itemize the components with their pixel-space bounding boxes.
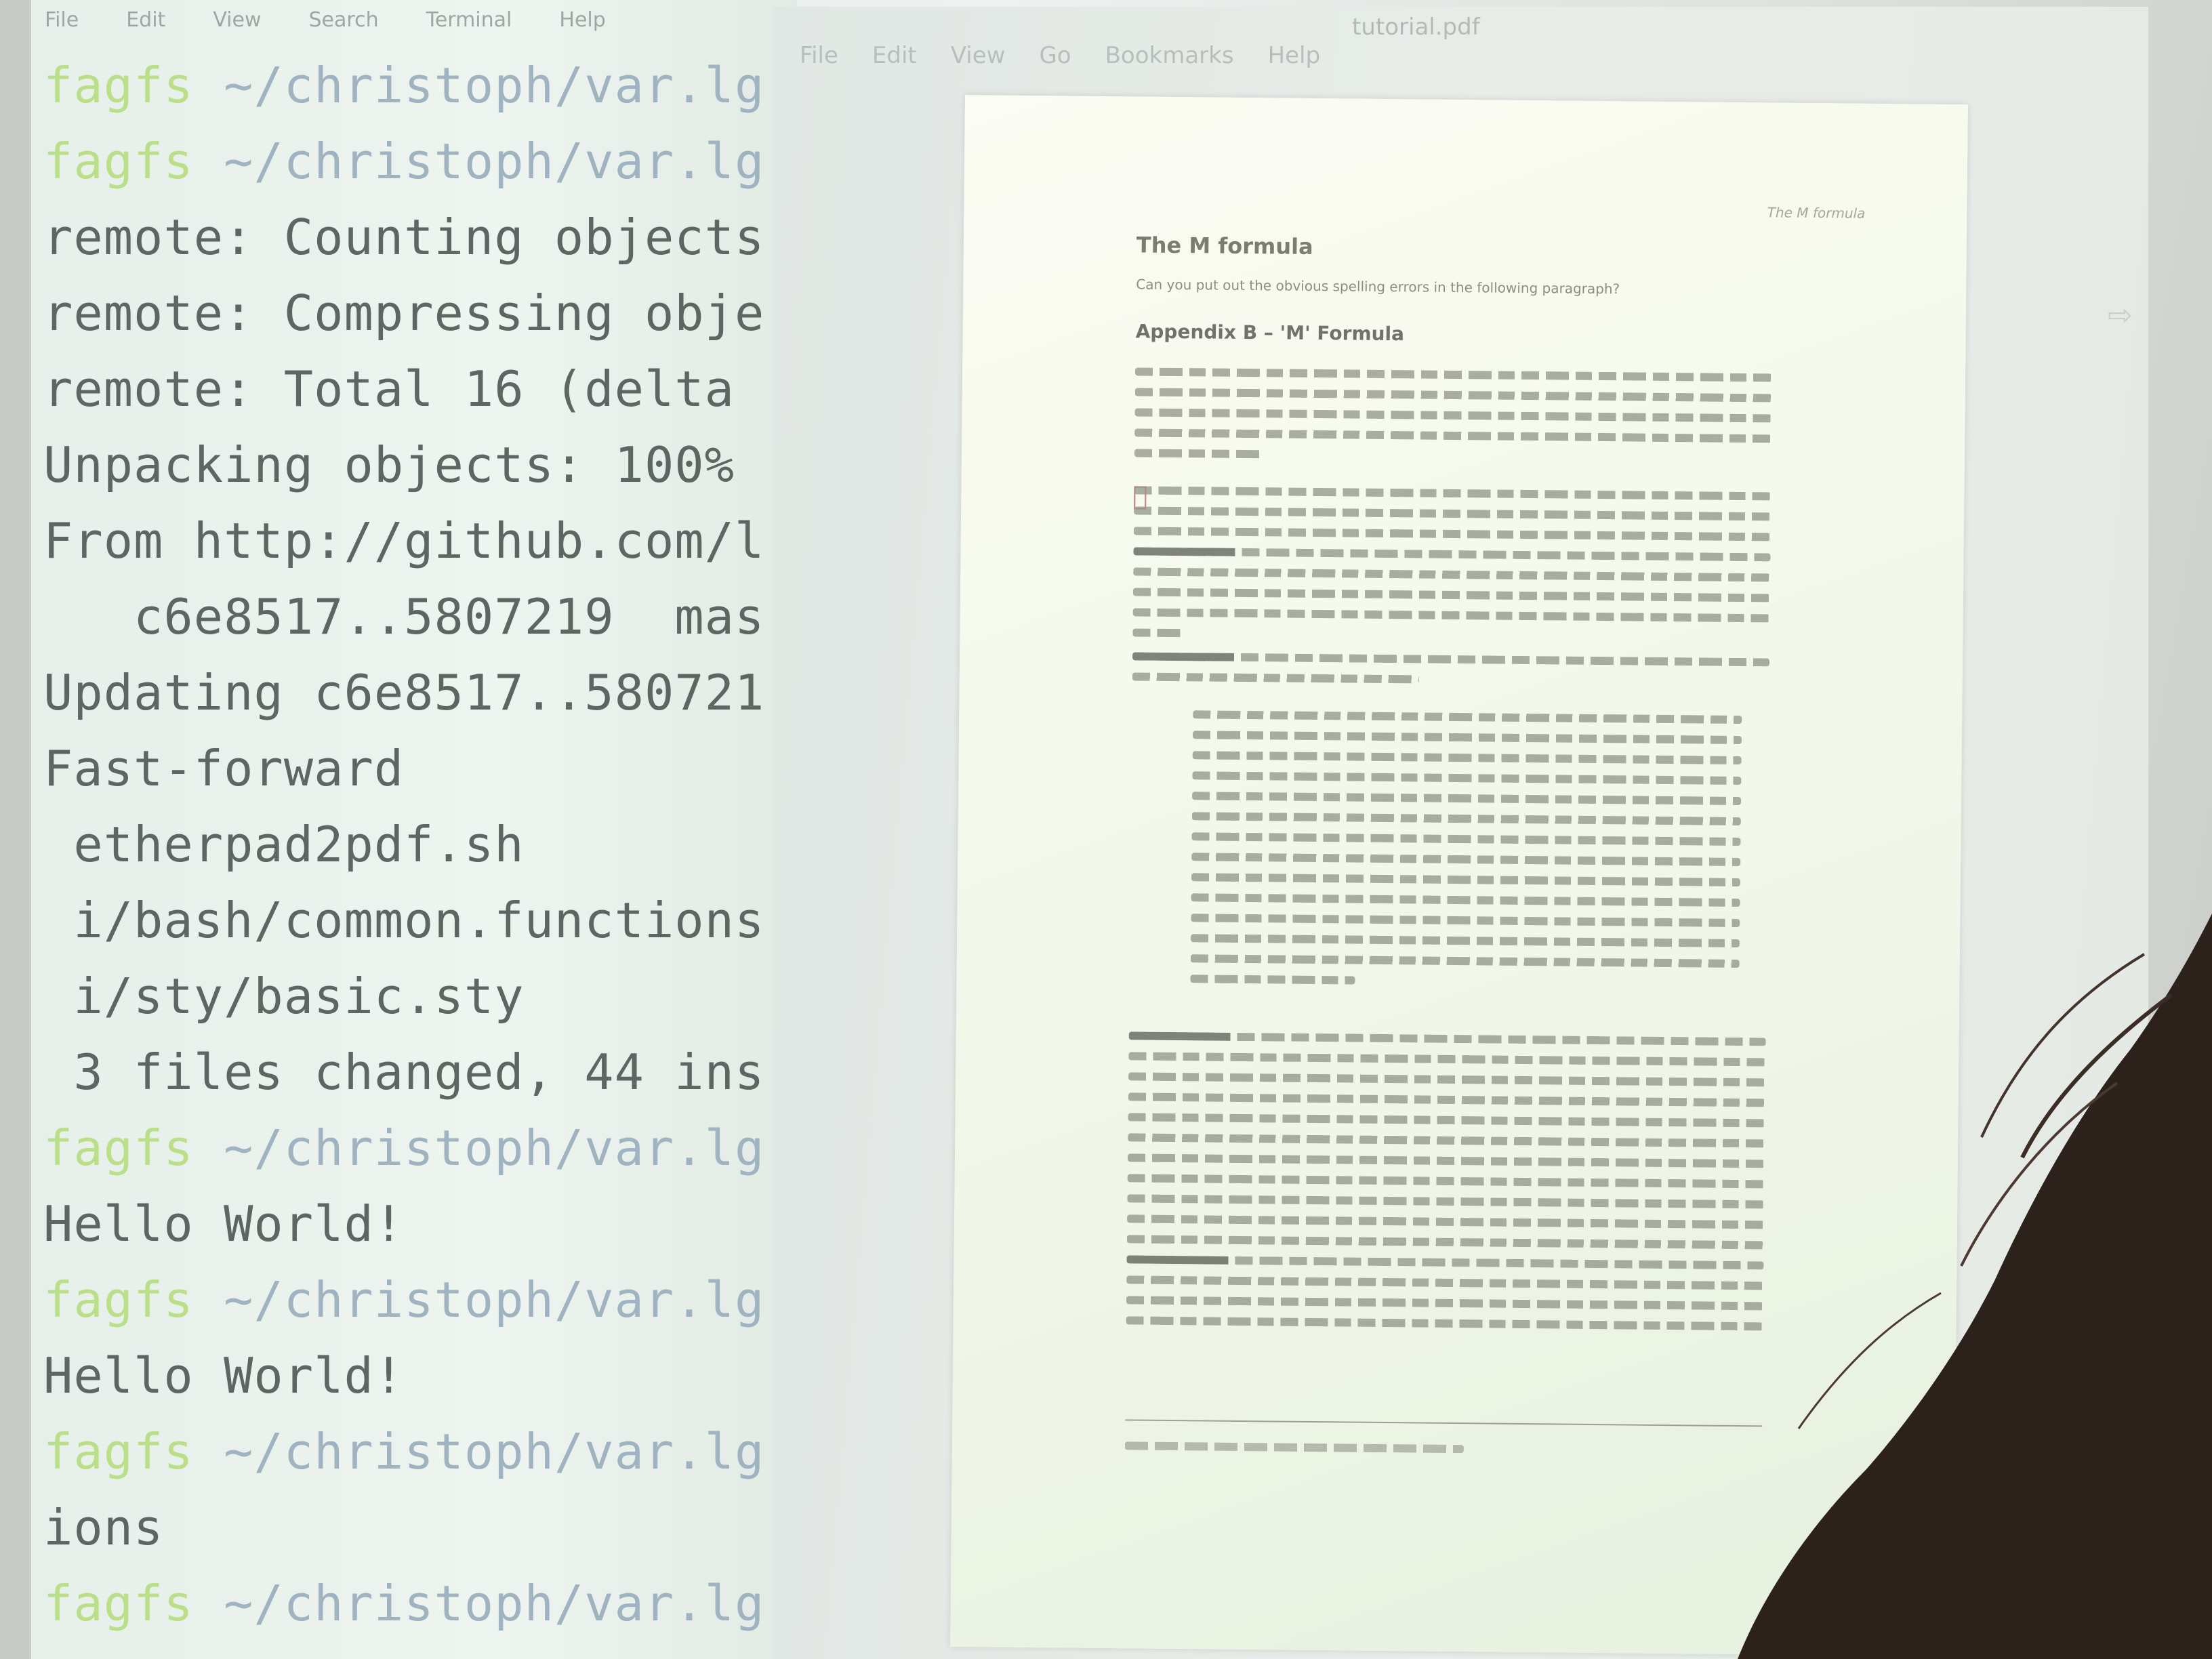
terminal-prompt-line: fagfs ~/christoph/var.lg — [43, 1565, 797, 1641]
viewer-menu-go[interactable]: Go — [1039, 42, 1071, 69]
viewer-window-title: tutorial.pdf — [1352, 14, 1480, 41]
prompt-user: fagfs — [43, 57, 194, 114]
terminal-window[interactable]: File Edit View Search Terminal Help fagf… — [31, 0, 797, 1659]
terminal-output-line: From http://github.com/l — [43, 503, 797, 579]
viewer-menu-edit[interactable]: Edit — [872, 42, 917, 69]
terminal-menu-terminal[interactable]: Terminal — [426, 8, 512, 49]
terminal-menubar: File Edit View Search Terminal Help — [45, 8, 606, 49]
output-text: remote: Total 16 (delta — [43, 361, 735, 417]
prompt-path: ~/christoph/var.lg — [224, 1271, 765, 1328]
output-text: remote: Counting objects — [43, 209, 765, 266]
terminal-menu-edit[interactable]: Edit — [126, 8, 165, 49]
terminal-menu-search[interactable]: Search — [309, 8, 379, 49]
output-text: remote: Compressing obje — [43, 285, 765, 342]
viewer-menubar: File Edit View Go Bookmarks Help — [800, 42, 1320, 69]
terminal-menu-view[interactable]: View — [213, 8, 261, 49]
viewer-menu-view[interactable]: View — [951, 42, 1006, 69]
terminal-output[interactable]: fagfs ~/christoph/var.lg fagfs ~/christop… — [43, 47, 797, 1641]
screen-left-edge — [0, 0, 31, 1659]
scroll-arrow-icon[interactable]: ⇨ — [2108, 298, 2133, 339]
appendix-heading: Appendix B – 'M' Formula — [1135, 320, 1405, 346]
prompt-user: fagfs — [43, 1120, 194, 1176]
document-prompt: Can you put out the obvious spelling err… — [1136, 276, 1620, 298]
output-text: ions — [43, 1499, 164, 1556]
prompt-user: fagfs — [43, 1271, 194, 1328]
block-quote — [1190, 710, 1742, 1000]
terminal-output-line: Hello World! — [43, 1338, 797, 1414]
body-paragraph — [1132, 652, 1770, 699]
document-title: The M formula — [1136, 232, 1313, 260]
terminal-menu-help[interactable]: Help — [559, 8, 605, 49]
prompt-user: fagfs — [43, 133, 194, 190]
terminal-output-line: Fast-forward — [43, 731, 797, 806]
prompt-user: fagfs — [43, 1423, 194, 1480]
output-text: Updating c6e8517..580721 — [43, 664, 765, 721]
prompt-path: ~/christoph/var.lg — [224, 1120, 765, 1176]
terminal-prompt-line: fagfs ~/christoph/var.lg — [43, 123, 797, 199]
terminal-output-line: remote: Counting objects — [43, 199, 797, 275]
terminal-prompt-line: fagfs ~/christoph/var.lg — [43, 1110, 797, 1186]
terminal-output-line: i/bash/common.functions — [43, 882, 797, 958]
body-paragraph — [1126, 1031, 1766, 1261]
terminal-output-line: Unpacking objects: 100% — [43, 427, 797, 503]
terminal-output-line: remote: Compressing obje — [43, 275, 797, 351]
terminal-prompt-line: fagfs ~/christoph/var.lg — [43, 47, 797, 123]
prompt-path: ~/christoph/var.lg — [224, 133, 765, 190]
output-text: Unpacking objects: 100% — [43, 436, 735, 493]
pdf-page[interactable]: The M formula The M formula Can you put … — [950, 95, 1968, 1657]
body-paragraph — [1126, 1255, 1764, 1343]
footnote-rule — [1125, 1419, 1763, 1427]
terminal-output-line: i/sty/basic.sty — [43, 958, 797, 1034]
output-text: From http://github.com/l — [43, 512, 765, 569]
viewer-menu-file[interactable]: File — [800, 42, 838, 69]
prompt-path: ~/christoph/var.lg — [224, 1423, 765, 1480]
terminal-output-line: remote: Total 16 (delta — [43, 351, 797, 427]
terminal-prompt-line: fagfs ~/christoph/var.lg — [43, 1414, 797, 1490]
prompt-path: ~/christoph/var.lg — [224, 1575, 765, 1632]
body-paragraph — [1134, 367, 1773, 475]
output-text: Hello World! — [43, 1347, 405, 1404]
output-text: 3 files changed, 44 ins — [43, 1044, 765, 1101]
viewer-menu-help[interactable]: Help — [1268, 42, 1321, 69]
output-text: c6e8517..5807219 mas — [43, 588, 765, 645]
output-text: i/sty/basic.sty — [43, 968, 525, 1025]
body-paragraph — [1132, 486, 1771, 655]
footnote — [1124, 1441, 1464, 1454]
terminal-output-line: Updating c6e8517..580721 — [43, 655, 797, 731]
output-text: Hello World! — [43, 1195, 405, 1252]
terminal-menu-file[interactable]: File — [45, 8, 79, 49]
terminal-output-line: etherpad2pdf.sh — [43, 806, 797, 882]
output-text: Fast-forward — [43, 740, 405, 797]
terminal-prompt-line: fagfs ~/christoph/var.lg — [43, 1262, 797, 1338]
terminal-output-line: ions — [43, 1490, 797, 1565]
output-text: etherpad2pdf.sh — [43, 816, 525, 873]
prompt-path: ~/christoph/var.lg — [224, 57, 765, 114]
terminal-output-line: 3 files changed, 44 ins — [43, 1034, 797, 1110]
viewer-menu-bookmarks[interactable]: Bookmarks — [1105, 42, 1234, 69]
page-running-head: The M formula — [1767, 204, 1866, 222]
terminal-output-line: c6e8517..5807219 mas — [43, 579, 797, 655]
terminal-output-line: Hello World! — [43, 1186, 797, 1262]
prompt-user: fagfs — [43, 1575, 194, 1632]
output-text: i/bash/common.functions — [43, 892, 765, 949]
